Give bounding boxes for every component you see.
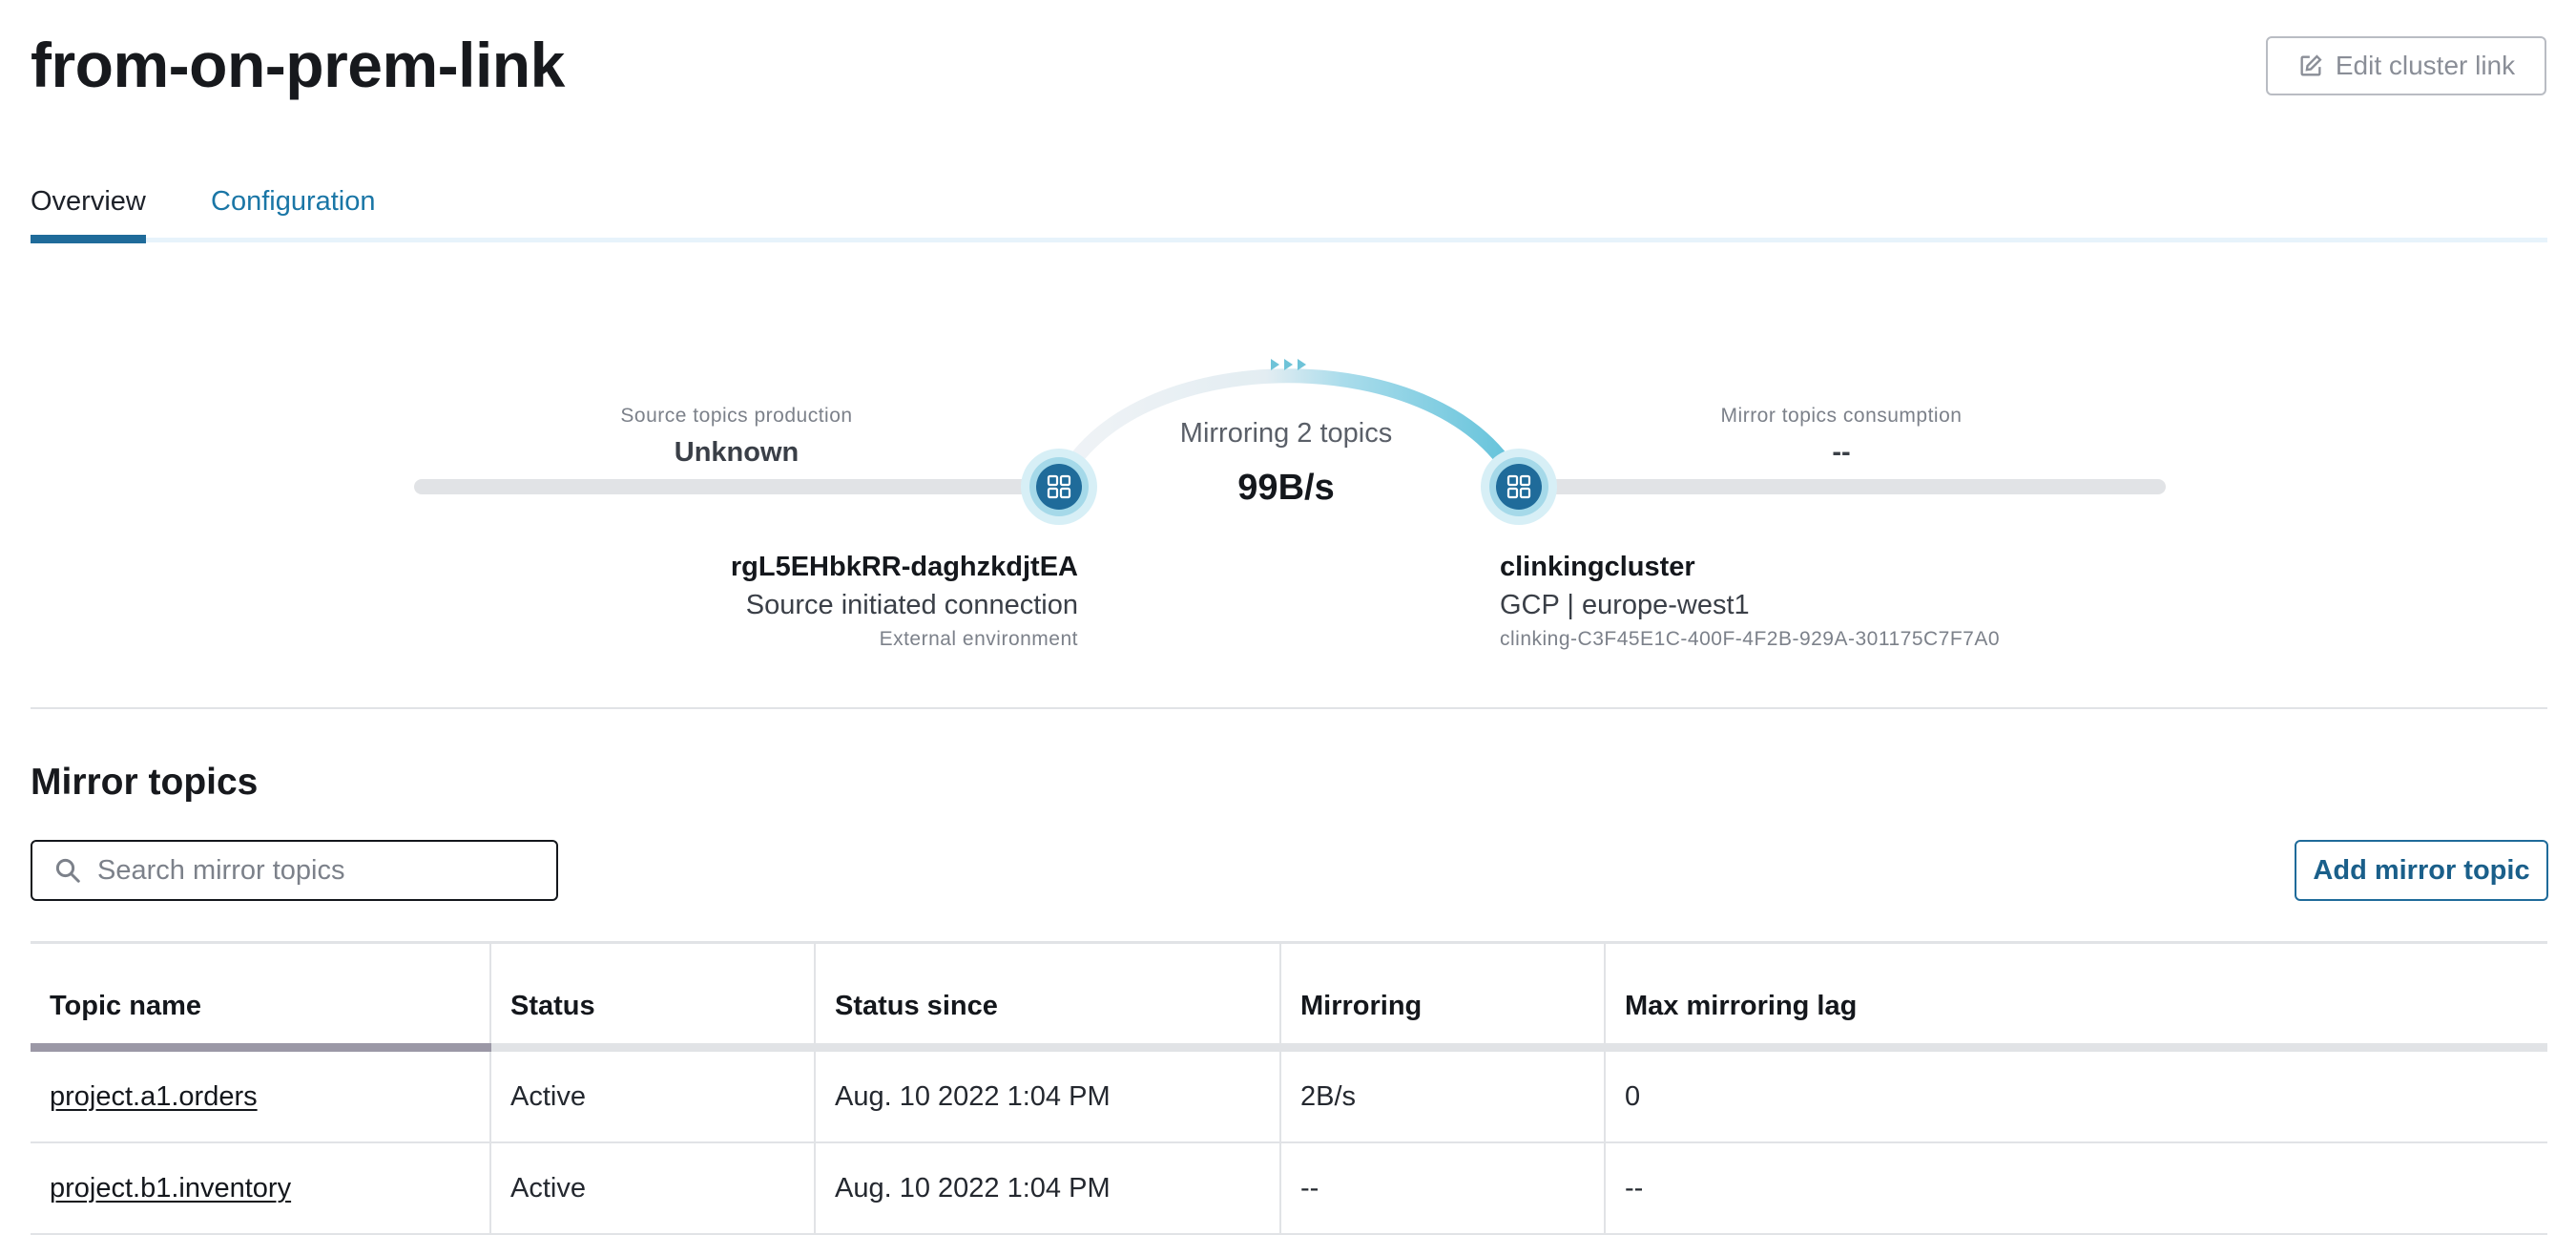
destination-throughput-bar [1519,479,2166,494]
search-box[interactable] [31,840,558,901]
destination-cluster-id: clinking-C3F45E1C-400F-4F2B-929A-301175C… [1500,628,2001,650]
table-header-row: Topic name Status Status since Mirroring… [31,941,2547,1052]
table-row: project.b1.inventory Active Aug. 10 2022… [31,1142,2547,1235]
source-connection-type: Source initiated connection [745,590,1078,620]
table-row: project.a1.orders Active Aug. 10 2022 1:… [31,1047,2547,1143]
edit-cluster-link-label: Edit cluster link [2335,51,2516,80]
mirroring-rate: 99B/s [1237,468,1335,508]
mirror-topics-table: Topic name Status Status since Mirroring… [31,941,2547,1235]
destination-cluster-name: clinkingcluster [1500,552,1695,582]
column-header-status[interactable]: Status [489,941,815,1052]
mirror-consumption-label: Mirror topics consumption [1720,405,1963,427]
mirroring-topics-label: Mirroring 2 topics [1179,418,1393,449]
status-cell: Active [489,1142,815,1235]
max-lag-cell: 0 [1604,1047,2547,1143]
status-cell: Active [489,1047,815,1143]
topic-name-cell: project.a1.orders [31,1047,490,1143]
tab-configuration[interactable]: Configuration [211,181,376,242]
source-production-label: Source topics production [620,405,853,427]
edit-icon [2300,54,2322,76]
source-cluster-icon [1021,449,1097,525]
search-icon [55,858,80,883]
source-cluster-name: rgL5EHbkRR-daghzkdjtEA [730,552,1078,582]
source-production-value: Unknown [674,437,800,468]
destination-cluster-location: GCP | europe-west1 [1500,590,1750,620]
source-environment: External environment [879,628,1078,650]
mirroring-cell: 2B/s [1279,1047,1605,1143]
tab-overview[interactable]: Overview [31,181,146,243]
topic-name-cell: project.b1.inventory [31,1142,490,1235]
source-throughput-bar [414,479,1059,494]
add-mirror-topic-button[interactable]: Add mirror topic [2295,840,2548,901]
tab-track [31,238,2547,242]
column-header-mirroring[interactable]: Mirroring [1279,941,1605,1052]
search-input[interactable] [95,853,519,888]
edit-cluster-link-button[interactable]: Edit cluster link [2266,36,2546,95]
mirror-topics-title: Mirror topics [31,762,259,803]
cluster-link-diagram: Source topics production Unknown Mirrori… [0,305,2576,687]
topic-link[interactable]: project.a1.orders [50,1081,258,1112]
column-header-status-since[interactable]: Status since [814,941,1280,1052]
tab-bar: Overview Configuration [31,181,2547,246]
mirroring-cell: -- [1279,1142,1605,1235]
mirror-consumption-value: -- [1832,437,1851,468]
status-since-cell: Aug. 10 2022 1:04 PM [814,1047,1280,1143]
max-lag-cell: -- [1604,1142,2547,1235]
column-header-topic-name[interactable]: Topic name [31,941,490,1052]
page-title: from-on-prem-link [31,30,565,100]
destination-cluster-icon [1481,449,1557,525]
topic-link[interactable]: project.b1.inventory [50,1173,291,1204]
column-header-max-mirroring-lag[interactable]: Max mirroring lag [1604,941,2547,1052]
status-since-cell: Aug. 10 2022 1:04 PM [814,1142,1280,1235]
flow-direction-icon [1271,359,1306,370]
section-divider [31,707,2547,709]
